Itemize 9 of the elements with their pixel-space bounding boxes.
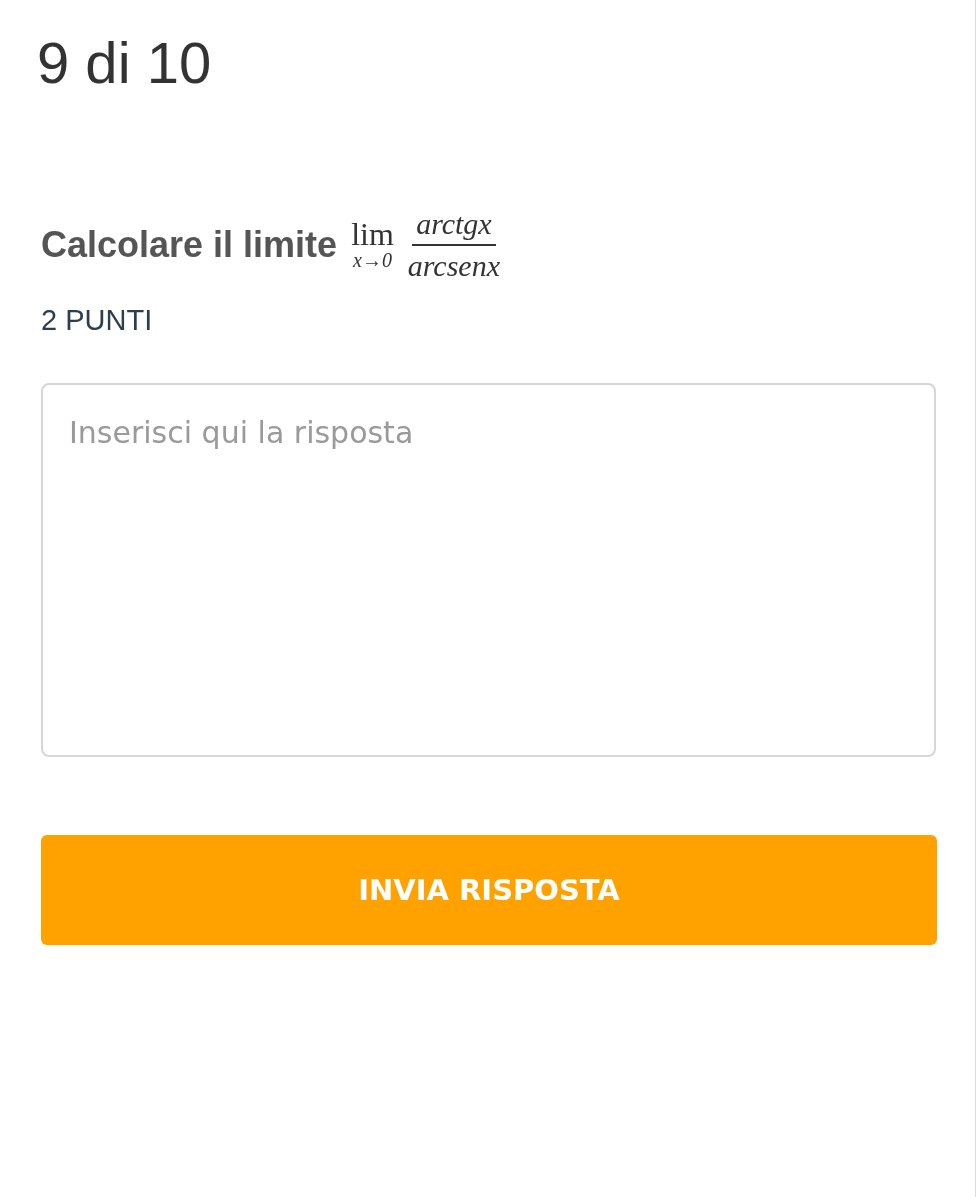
answer-field[interactable]: Inserisci qui la risposta <box>41 383 936 757</box>
submit-button[interactable]: INVIA RISPOSTA <box>41 835 937 945</box>
question-counter: 9 di 10 <box>37 29 212 97</box>
fraction-denominator: arcsenx <box>406 248 501 282</box>
fraction-numerator: arctgx <box>412 208 496 246</box>
limit-operator: lim <box>351 219 394 249</box>
points-label: 2 PUNTI <box>41 304 153 337</box>
limit-subscript: x→0 <box>353 249 392 271</box>
question-text: Calcolare il limite <box>41 224 338 266</box>
